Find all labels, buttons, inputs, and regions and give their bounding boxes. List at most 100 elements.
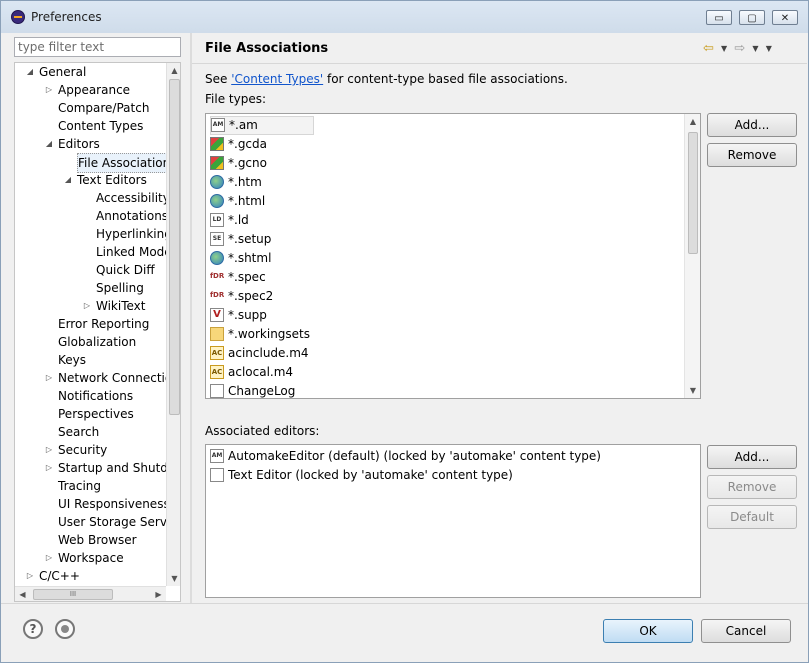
tree-item-label: Notifications [58, 389, 134, 403]
add-file-type-button[interactable]: Add... [707, 113, 797, 137]
tree-item-label: Editors [58, 137, 100, 151]
tree-item-label: UI Responsiveness Monitoring [58, 497, 166, 511]
forward-dropdown-icon[interactable]: ▼ [752, 44, 758, 53]
tree-item-label: Globalization [58, 335, 137, 349]
description-suffix: for content-type based file associations… [323, 72, 568, 86]
collapsed-twisty-icon[interactable]: ▷ [25, 567, 35, 585]
list-item-label: *.shtml [228, 251, 272, 265]
expanded-twisty-icon[interactable]: ◢ [44, 135, 54, 153]
scroll-up-icon[interactable]: ▲ [685, 114, 700, 129]
scroll-up-icon[interactable]: ▲ [167, 63, 180, 78]
list-item[interactable]: LD *.ld [210, 211, 249, 230]
tree-item-label: Security [58, 443, 108, 457]
list-item-label: *.gcda [228, 137, 267, 151]
tree-item-label: Web Browser [58, 533, 137, 547]
list-item-label: Text Editor (locked by 'automake' conten… [228, 468, 513, 482]
collapsed-twisty-icon[interactable]: ▷ [82, 297, 92, 315]
tree-item-label: Spelling [96, 281, 144, 295]
list-item[interactable]: AC aclocal.m4 [210, 363, 293, 382]
remove-file-type-button[interactable]: Remove [707, 143, 797, 167]
view-menu-icon[interactable]: ▼ [766, 44, 772, 53]
globe-icon [210, 194, 224, 208]
pane-splitter[interactable] [190, 33, 192, 603]
scroll-left-icon[interactable]: ◀ [15, 587, 30, 601]
tree-item-label: Perspectives [58, 407, 134, 421]
tree-scroll-thumb[interactable] [169, 79, 180, 415]
list-item[interactable]: *.htm [210, 173, 262, 192]
tree-item-label: Content Types [58, 119, 144, 133]
collapsed-twisty-icon[interactable]: ▷ [44, 549, 54, 567]
tree-item-label: Hyperlinking [96, 227, 166, 241]
tree-item-label: Workspace [58, 551, 124, 565]
tree-item-label: Appearance [58, 83, 131, 97]
tree-item-label: Error Reporting [58, 317, 150, 331]
collapsed-twisty-icon[interactable]: ▷ [44, 81, 54, 99]
eclipse-icon [11, 10, 25, 24]
default-editor-button[interactable]: Default [707, 505, 797, 529]
list-item-label: *.workingsets [228, 327, 311, 341]
forward-arrow-icon[interactable]: ⇨ [734, 41, 745, 56]
tree-item-label: General [39, 65, 87, 79]
list-item[interactable]: *.gcda [210, 135, 267, 154]
tree-vertical-scrollbar[interactable]: ▲ ▼ [166, 63, 180, 586]
content-types-link[interactable]: 'Content Types' [231, 72, 323, 86]
ok-button[interactable]: OK [603, 619, 693, 643]
list-item-label: AutomakeEditor (default) (locked by 'aut… [228, 449, 601, 463]
close-button[interactable]: ✕ [772, 10, 798, 25]
collapsed-twisty-icon[interactable]: ▷ [44, 369, 54, 387]
maximize-button[interactable]: ▢ [739, 10, 765, 25]
tree-item-label: User Storage Service [58, 515, 166, 529]
list-item[interactable]: ChangeLog [210, 382, 295, 398]
tree-item-label: Annotations [96, 209, 166, 223]
cancel-button[interactable]: Cancel [701, 619, 791, 643]
help-icon[interactable]: ? [23, 619, 43, 639]
list-item-label: *.am [229, 118, 258, 132]
list-item[interactable]: AM AutomakeEditor (default) (locked by 'a… [210, 447, 601, 466]
valgrind-icon: V [210, 308, 224, 322]
back-dropdown-icon[interactable]: ▼ [721, 44, 727, 53]
list-item[interactable]: AC acinclude.m4 [210, 344, 309, 363]
tree-item-label: Text Editors [77, 173, 147, 187]
remove-editor-button[interactable]: Remove [707, 475, 797, 499]
list-item[interactable]: *.gcno [210, 154, 267, 173]
add-editor-button[interactable]: Add... [707, 445, 797, 469]
list-item[interactable]: AM *.am [210, 116, 314, 135]
collapsed-twisty-icon[interactable]: ▷ [44, 459, 54, 477]
list-item[interactable]: *.workingsets [210, 325, 310, 344]
list-item[interactable]: Text Editor (locked by 'automake' conten… [210, 466, 513, 485]
list-item[interactable]: fDR *.spec [210, 268, 266, 287]
associated-editors-list[interactable]: AM AutomakeEditor (default) (locked by 'a… [205, 444, 701, 598]
tree-item-label: Tracing [58, 479, 102, 493]
scroll-down-icon[interactable]: ▼ [685, 383, 700, 398]
scroll-right-icon[interactable]: ▶ [151, 587, 166, 601]
record-macro-icon[interactable] [55, 619, 75, 639]
collapsed-twisty-icon[interactable]: ▷ [44, 441, 54, 459]
file-types-list[interactable]: AM *.am *.gcda *.gcno *.htm *.html LD *.ld SE *.s… [205, 113, 701, 399]
document-icon [210, 468, 224, 482]
file-types-scrollbar[interactable]: ▲ ▼ [684, 114, 700, 398]
list-item-label: *.spec [228, 270, 266, 284]
setup-icon: SE [210, 232, 224, 246]
list-item[interactable]: fDR *.spec2 [210, 287, 273, 306]
associated-editors-label: Associated editors: [205, 424, 320, 438]
title-bar[interactable]: Preferences ▭ ▢ ✕ [1, 1, 808, 33]
tree-hscroll-thumb[interactable]: III [33, 589, 113, 600]
globe-icon [210, 251, 224, 265]
expanded-twisty-icon[interactable]: ◢ [25, 63, 35, 81]
expanded-twisty-icon[interactable]: ◢ [63, 171, 73, 189]
tree-viewport: ◢ General ▷ Appearance Compare/Patch Content … [15, 63, 166, 586]
minimize-button[interactable]: ▭ [706, 10, 732, 25]
file-types-scroll-thumb[interactable] [688, 132, 698, 254]
am-icon: AM [210, 449, 224, 463]
scroll-down-icon[interactable]: ▼ [167, 571, 180, 586]
back-arrow-icon[interactable]: ⇦ [703, 41, 714, 56]
list-item[interactable]: SE *.setup [210, 230, 271, 249]
tree-horizontal-scrollbar[interactable]: ◀ III ▶ [15, 586, 166, 601]
list-item[interactable]: V *.supp [210, 306, 267, 325]
preference-tree[interactable]: ◢ General ▷ Appearance Compare/Patch Content … [14, 62, 181, 602]
list-item[interactable]: *.html [210, 192, 265, 211]
description-prefix: See [205, 72, 232, 86]
list-item[interactable]: *.shtml [210, 249, 271, 268]
filter-input[interactable] [14, 37, 181, 57]
page-title: File Associations [205, 41, 329, 56]
